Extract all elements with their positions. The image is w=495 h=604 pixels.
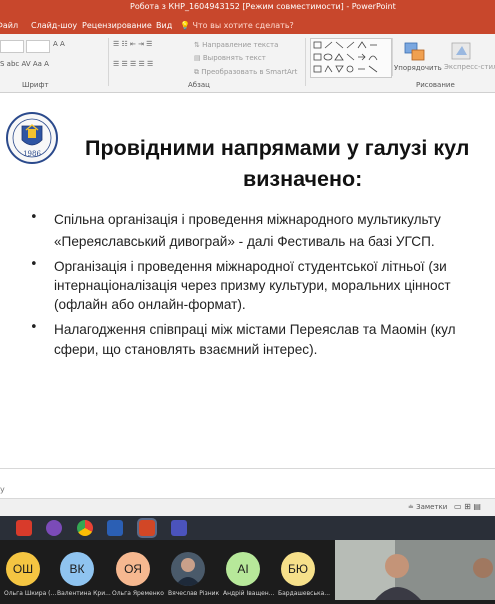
arrange-label[interactable]: Упорядочить <box>394 64 442 72</box>
window-titlebar: Робота з КНР_1604943152 [Режим совместим… <box>0 0 495 17</box>
list-buttons-icon[interactable]: ☰ ☷ ⇤ ⇥ ☰ <box>113 40 152 48</box>
font-size-arrows-icon[interactable]: A A <box>53 40 65 48</box>
bullet-2-line-1: Організація і проведення міжнародної сту… <box>54 259 447 274</box>
participant-name: Ольга Шкира (... <box>4 590 57 597</box>
powerpoint-icon[interactable] <box>139 520 155 536</box>
bullet-marker: • <box>30 210 38 225</box>
participant-avatar[interactable]: БЮ <box>281 552 315 586</box>
university-logo: 1986 <box>6 108 58 168</box>
view-buttons-icon[interactable]: ▭ ⊞ ▤ <box>454 502 481 511</box>
logo-year: 1986 <box>23 150 41 158</box>
ribbon-tabs: Файл Слайд-шоу Рецензирование Вид 💡 Что … <box>0 17 495 34</box>
teams-icon[interactable] <box>171 520 187 536</box>
group-drawing-label: Рисование <box>416 81 455 89</box>
participant-avatar[interactable]: АІ <box>226 552 260 586</box>
participant-avatar[interactable]: ОЯ <box>116 552 150 586</box>
smartart-icon: ⧉ <box>194 68 199 76</box>
taskbar <box>0 516 495 540</box>
word-icon[interactable] <box>107 520 123 536</box>
express-styles-icon[interactable] <box>448 40 474 62</box>
ribbon: A A S abc AV Aa A Шрифт ☰ ☷ ⇤ ⇥ ☰ ☰ ☰ ☰ … <box>0 34 495 93</box>
slide-title[interactable]: Провідними напрямами у галузі кул визнач… <box>85 133 495 195</box>
tab-slideshow[interactable]: Слайд-шоу <box>31 21 77 30</box>
express-styles-label[interactable]: Экспресс-стили <box>444 63 495 71</box>
notes-pane[interactable]: у <box>0 468 495 499</box>
speaker-video <box>335 540 495 600</box>
align-text-icon: ▤ <box>194 54 201 62</box>
bullet-3-line-2: сфери, що становлять взаємний інтерес). <box>54 342 318 357</box>
smartart-button[interactable]: ⧉ Преобразовать в SmartArt <box>194 68 297 77</box>
bullet-2-line-2: інтернаціоналізація через призму культур… <box>54 278 451 293</box>
notes-button[interactable]: ≐ Заметки <box>408 503 447 511</box>
slide-title-line1: Провідними напрямами у галузі кул <box>85 136 470 160</box>
bullet-marker: • <box>30 257 38 272</box>
tab-file[interactable]: Файл <box>0 21 18 30</box>
bullet-1-line-1: Спільна організація і проведення міжнаро… <box>54 212 441 227</box>
shapes-gallery[interactable] <box>310 38 392 78</box>
participant-avatar[interactable]: ВК <box>60 552 94 586</box>
bullet-1-line-2: «Переяславський дивограй» - далі Фестива… <box>54 234 435 249</box>
viber-icon[interactable] <box>46 520 62 536</box>
align-text-button[interactable]: ▤ Выровнять текст <box>194 54 266 62</box>
font-format-icons[interactable]: S abc AV Aa A <box>0 60 49 68</box>
bullet-2-line-3: (офлайн або онлайн-формат). <box>54 297 246 312</box>
divider <box>392 38 393 76</box>
bullet-3-line-1: Налагодження співпраці між містами Перея… <box>54 322 456 337</box>
font-size-box[interactable] <box>26 40 50 53</box>
text-direction-icon: ⇅ <box>194 41 200 49</box>
app-icon-1[interactable] <box>16 520 32 536</box>
tell-me-label: Что вы хотите сделать? <box>192 21 294 30</box>
notes-text: у <box>0 485 5 494</box>
participant-name: Ольга Яременко <box>112 590 164 597</box>
participant-name: Бардашевська... <box>278 590 331 597</box>
align-buttons-icon[interactable]: ☰ ☰ ☰ ☰ ☰ <box>113 60 153 68</box>
group-paragraph-label: Абзац <box>188 81 210 89</box>
tell-me-search[interactable]: 💡 Что вы хотите сделать? <box>180 21 294 30</box>
tab-view[interactable]: Вид <box>156 21 172 30</box>
participant-avatar[interactable]: ОШ <box>6 552 40 586</box>
shapes-gallery-icons <box>313 41 378 73</box>
participant-name: Валентина Кри... <box>57 590 111 597</box>
status-bar: ≐ Заметки ▭ ⊞ ▤ <box>0 498 495 517</box>
notes-icon: ≐ <box>408 503 414 511</box>
divider <box>108 38 109 86</box>
text-direction-button[interactable]: ⇅ Направление текста <box>194 41 278 49</box>
font-name-box[interactable] <box>0 40 24 53</box>
arrange-icon[interactable] <box>402 40 428 66</box>
lightbulb-icon: 💡 <box>180 21 190 30</box>
tab-review[interactable]: Рецензирование <box>82 21 152 30</box>
divider <box>305 38 306 86</box>
bullet-marker: • <box>30 320 38 335</box>
participant-name: Андрій Іващен... <box>223 590 275 597</box>
participant-name: Вячеслав Різник <box>168 590 220 597</box>
group-font-label: Шрифт <box>22 81 49 89</box>
slide-title-line2: визначено: <box>243 167 363 191</box>
participant-photo[interactable] <box>171 552 205 586</box>
window-title: Робота з КНР_1604943152 [Режим совместим… <box>130 2 396 11</box>
chrome-icon[interactable] <box>77 520 93 536</box>
